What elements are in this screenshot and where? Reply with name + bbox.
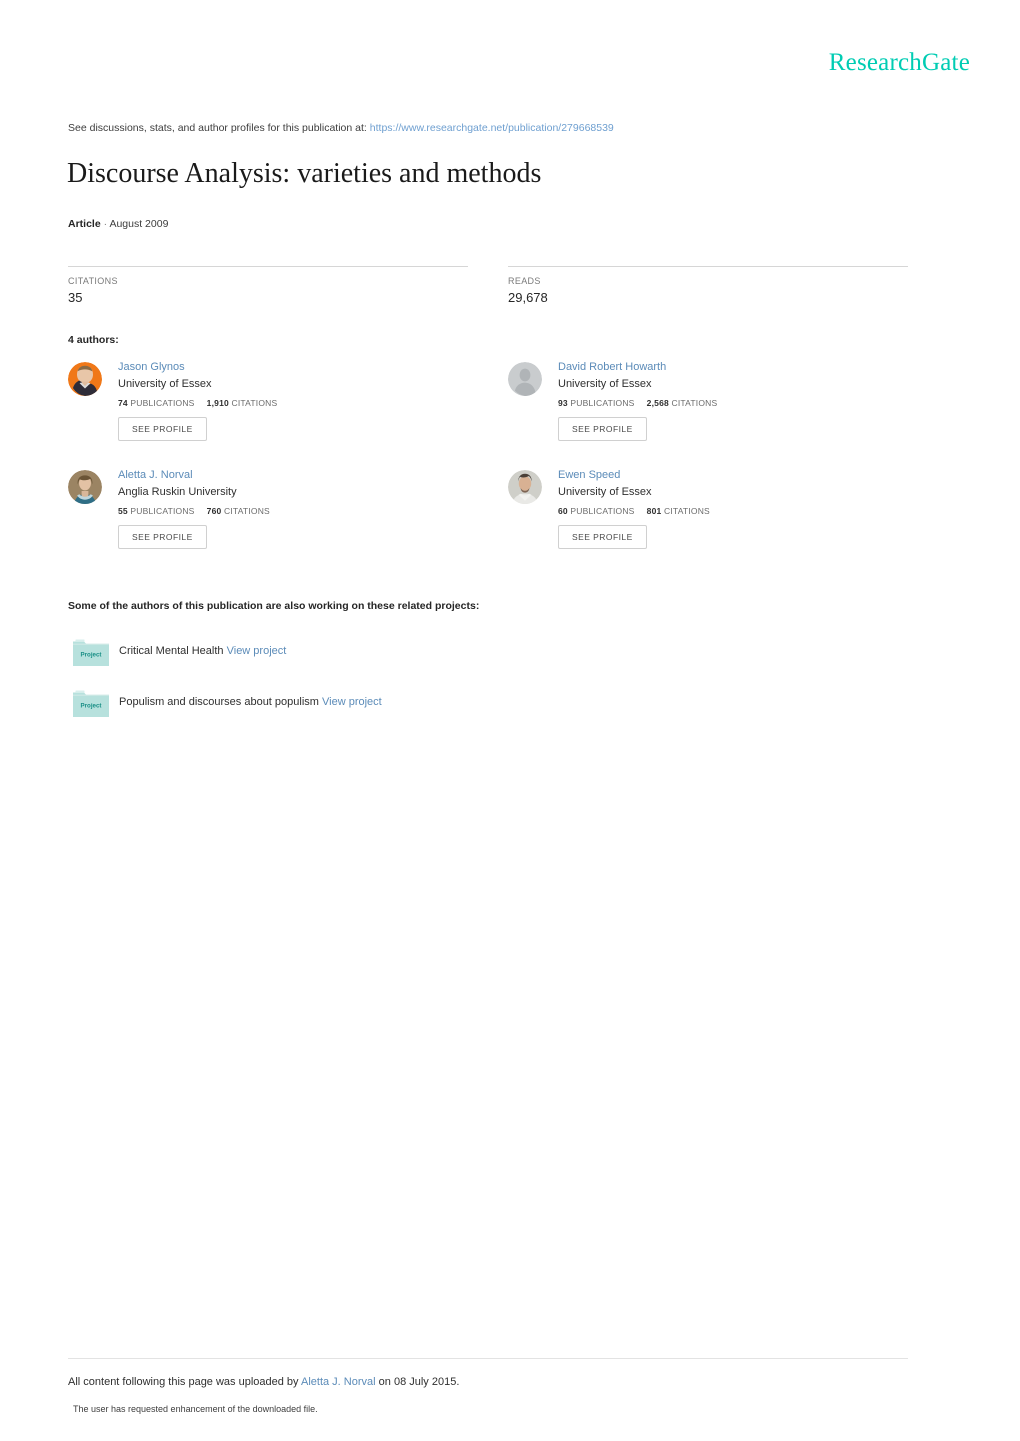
author-metrics: 60 PUBLICATIONS 801 CITATIONS [558, 506, 928, 516]
article-meta: Article · August 2009 [68, 218, 168, 230]
avatar[interactable] [68, 362, 102, 396]
see-profile-button[interactable]: SEE PROFILE [118, 524, 207, 549]
project-title: Critical Mental Health [119, 645, 224, 657]
article-date: August 2009 [109, 218, 169, 230]
researchgate-logo[interactable]: ResearchGate [829, 50, 970, 75]
author-affiliation: Anglia Ruskin University [118, 486, 237, 499]
article-type-label: Article [68, 218, 101, 230]
author-affiliation: University of Essex [118, 378, 212, 391]
see-profile-button[interactable]: SEE PROFILE [558, 524, 647, 549]
footer-suffix: on 08 July 2015. [378, 1376, 460, 1388]
article-meta-separator: · [103, 218, 108, 230]
reads-divider [508, 266, 908, 267]
related-projects-list: Project Critical Mental Health View proj… [68, 636, 768, 738]
citations-value: 35 [68, 290, 83, 305]
stats-row: CITATIONS 35 READS 29,678 [68, 266, 908, 314]
list-item: Project Critical Mental Health View proj… [68, 636, 768, 687]
page-title: Discourse Analysis: varieties and method… [67, 158, 542, 189]
avatar[interactable] [508, 362, 542, 396]
view-project-link[interactable]: View project [227, 645, 287, 657]
reads-label: READS [508, 276, 541, 286]
author-card: Jason Glynos University of Essex 74 PUBL… [68, 360, 488, 441]
avatar[interactable] [68, 470, 102, 504]
project-text: Populism and discourses about populism V… [119, 696, 382, 708]
project-text: Critical Mental Health View project [119, 645, 286, 657]
citations-stat: CITATIONS 35 [68, 266, 468, 305]
footer-uploader-link[interactable]: Aletta J. Norval [301, 1376, 376, 1388]
author-publications-count: 93 [558, 397, 568, 408]
author-card: Aletta J. Norval Anglia Ruskin Universit… [68, 468, 488, 549]
author-body: David Robert Howarth University of Essex… [558, 360, 928, 441]
author-citations-count: 1,910 [206, 397, 229, 408]
reads-stat: READS 29,678 [508, 266, 908, 305]
author-card: David Robert Howarth University of Essex… [508, 360, 928, 441]
author-name-link[interactable]: Jason Glynos [118, 360, 488, 374]
svg-text:Project: Project [81, 703, 102, 710]
list-item: Project Populism and discourses about po… [68, 687, 768, 738]
footer-divider [68, 1358, 908, 1359]
author-affiliation: University of Essex [558, 378, 652, 391]
author-body: Aletta J. Norval Anglia Ruskin Universit… [118, 468, 488, 549]
author-metrics: 55 PUBLICATIONS 760 CITATIONS [118, 506, 488, 516]
publication-cover-page: ResearchGate See discussions, stats, and… [0, 0, 1020, 1441]
citations-label: CITATIONS [231, 397, 278, 408]
author-name-link[interactable]: Aletta J. Norval [118, 468, 488, 482]
author-publications-count: 74 [118, 397, 128, 408]
author-body: Jason Glynos University of Essex 74 PUBL… [118, 360, 488, 441]
citations-label: CITATIONS [224, 505, 270, 516]
authors-heading: 4 authors: [68, 334, 119, 346]
author-body: Ewen Speed University of Essex 60 PUBLIC… [558, 468, 928, 549]
author-citations-count: 2,568 [646, 397, 669, 408]
author-affiliation: University of Essex [558, 486, 652, 499]
project-title: Populism and discourses about populism [119, 696, 319, 708]
project-folder-icon: Project [72, 687, 110, 718]
publications-label: PUBLICATIONS [570, 397, 635, 408]
citations-label: CITATIONS [671, 397, 718, 408]
related-projects-heading: Some of the authors of this publication … [68, 600, 480, 612]
author-citations-count: 760 [206, 505, 222, 516]
discussions-line: See discussions, stats, and author profi… [68, 122, 614, 134]
citations-label: CITATIONS [664, 505, 710, 516]
see-profile-button[interactable]: SEE PROFILE [118, 416, 207, 441]
author-metrics: 74 PUBLICATIONS 1,910 CITATIONS [118, 398, 488, 408]
author-citations-count: 801 [646, 505, 662, 516]
citations-divider [68, 266, 468, 267]
avatar[interactable] [508, 470, 542, 504]
footer-note: The user has requested enhancement of th… [73, 1404, 318, 1414]
see-profile-button[interactable]: SEE PROFILE [558, 416, 647, 441]
footer-prefix: All content following this page was uplo… [68, 1376, 299, 1388]
author-name-link[interactable]: David Robert Howarth [558, 360, 928, 374]
publication-url-link[interactable]: https://www.researchgate.net/publication… [370, 122, 614, 134]
author-metrics: 93 PUBLICATIONS 2,568 CITATIONS [558, 398, 928, 408]
author-name-link[interactable]: Ewen Speed [558, 468, 928, 482]
author-card: Ewen Speed University of Essex 60 PUBLIC… [508, 468, 928, 549]
svg-text:Project: Project [81, 652, 102, 659]
footer-upload-info: All content following this page was uplo… [68, 1376, 459, 1388]
project-folder-icon: Project [72, 636, 110, 667]
author-publications-count: 55 [118, 505, 128, 516]
view-project-link[interactable]: View project [322, 696, 382, 708]
publications-label: PUBLICATIONS [570, 505, 635, 516]
publications-label: PUBLICATIONS [130, 505, 195, 516]
citations-label: CITATIONS [68, 276, 118, 286]
reads-value: 29,678 [508, 290, 548, 305]
author-publications-count: 60 [558, 505, 568, 516]
discussions-prefix: See discussions, stats, and author profi… [68, 122, 367, 134]
publications-label: PUBLICATIONS [130, 397, 195, 408]
